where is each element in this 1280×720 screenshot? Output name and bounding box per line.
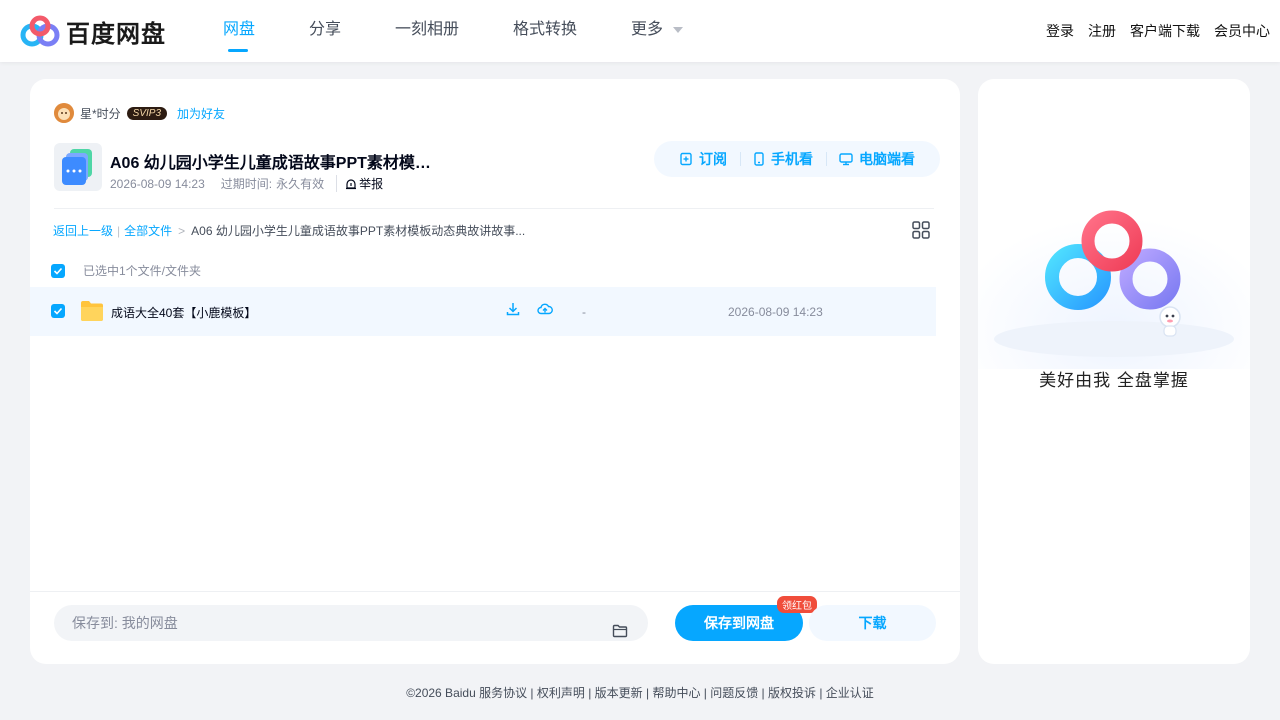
- lion-avatar-icon: [54, 103, 74, 123]
- share-title: A06 幼儿园小学生儿童成语故事PPT素材模…: [110, 155, 431, 172]
- check-icon: [53, 267, 63, 275]
- subscribe-button[interactable]: 订阅: [666, 149, 740, 169]
- row-save-button[interactable]: [537, 302, 553, 321]
- share-date: 2026-08-09 14:23: [110, 176, 205, 191]
- login-link[interactable]: 登录: [1046, 21, 1074, 41]
- logo-text: 百度网盘: [66, 21, 166, 48]
- nav-more[interactable]: 更多: [608, 0, 706, 62]
- nav-share[interactable]: 分享: [286, 0, 364, 62]
- share-meta: 2026-08-09 14:23 过期时间: 永久有效 举报: [110, 175, 383, 192]
- red-packet-badge: 领红包: [777, 596, 817, 613]
- top-header: 百度网盘 网盘 分享 一刻相册 格式转换 更多 登录 注册 客户端下载 会员中心: [0, 0, 1280, 62]
- subscribe-label: 订阅: [699, 151, 727, 167]
- save-path-field[interactable]: 保存到: 我的网盘: [54, 605, 648, 641]
- nav-netdisk[interactable]: 网盘: [200, 0, 278, 62]
- main-nav: 网盘 分享 一刻相册 格式转换 更多: [200, 0, 706, 62]
- save-to-label: 保存到:: [72, 615, 118, 631]
- desktop-view-label: 电脑端看: [859, 151, 915, 167]
- table-row[interactable]: 成语大全40套【小鹿模板】 - 2026-08-09 14:23: [30, 287, 936, 336]
- divider: [54, 208, 934, 209]
- download-icon: [506, 303, 520, 316]
- logo[interactable]: 百度网盘: [20, 14, 166, 49]
- breadcrumb-all-files[interactable]: 全部文件: [124, 222, 172, 239]
- warning-icon: [346, 178, 357, 189]
- monitor-icon: [839, 153, 853, 166]
- file-name[interactable]: 成语大全40套【小鹿模板】: [111, 304, 256, 321]
- breadcrumb: 返回上一级 | 全部文件 > A06 幼儿园小学生儿童成语故事PPT素材模板动态…: [53, 222, 525, 239]
- share-card: 星*时分 SVIP3 加为好友 A06 幼儿园小学生儿童成语故事PPT素材模… …: [30, 79, 960, 664]
- mobile-view-button[interactable]: 手机看: [740, 149, 826, 169]
- nav-more-label: 更多: [631, 21, 664, 38]
- report-button[interactable]: 举报: [336, 175, 383, 192]
- expire-value: 永久有效: [276, 177, 325, 191]
- svip-badge: SVIP3: [126, 106, 168, 120]
- expire-label: 过期时间:: [220, 177, 273, 191]
- selection-count: 已选中1个文件/文件夹: [83, 264, 202, 278]
- folder-outline-icon: [612, 624, 628, 638]
- chevron-down-icon: [673, 26, 684, 33]
- report-label: 举报: [359, 177, 384, 191]
- footer-links[interactable]: ©2026 Baidu 服务协议 | 权利声明 | 版本更新 | 帮助中心 | …: [0, 684, 1280, 701]
- netdisk-mascot-illustration-icon: [978, 179, 1250, 369]
- promo-panel: 美好由我 全盘掌握: [978, 79, 1250, 664]
- row-download-button[interactable]: [506, 302, 520, 321]
- download-button[interactable]: 下载: [809, 605, 936, 641]
- baidu-netdisk-logo-icon: [20, 15, 60, 46]
- client-download-link[interactable]: 客户端下载: [1130, 21, 1200, 41]
- avatar[interactable]: [54, 103, 74, 123]
- mobile-view-label: 手机看: [771, 151, 813, 167]
- member-center-link[interactable]: 会员中心: [1214, 21, 1270, 41]
- breadcrumb-back[interactable]: 返回上一级: [53, 222, 113, 239]
- share-actions: 订阅 手机看 电脑端看: [654, 141, 940, 177]
- breadcrumb-separator: |: [117, 223, 121, 238]
- save-to-value: 我的网盘: [121, 615, 178, 631]
- check-icon: [53, 307, 63, 315]
- choose-folder-button[interactable]: [612, 615, 628, 651]
- file-size: -: [582, 305, 586, 319]
- nav-format-convert[interactable]: 格式转换: [490, 0, 600, 62]
- nav-album[interactable]: 一刻相册: [372, 0, 482, 62]
- promo-slogan: 美好由我 全盘掌握: [1039, 371, 1189, 390]
- multi-file-icon: [54, 143, 102, 191]
- grid-view-toggle[interactable]: [912, 221, 930, 244]
- cloud-upload-icon: [537, 303, 553, 315]
- add-friend-link[interactable]: 加为好友: [177, 105, 225, 122]
- phone-icon: [754, 152, 764, 166]
- header-links: 登录 注册 客户端下载 会员中心: [1032, 0, 1270, 62]
- register-link[interactable]: 注册: [1088, 21, 1116, 41]
- breadcrumb-current: A06 幼儿园小学生儿童成语故事PPT素材模板动态典故讲故事...: [191, 224, 526, 238]
- share-owner: 星*时分 SVIP3 加为好友: [54, 103, 225, 123]
- breadcrumb-chevron-icon: >: [178, 223, 186, 238]
- select-all-row: 已选中1个文件/文件夹: [51, 262, 201, 279]
- grid-icon: [912, 221, 930, 239]
- file-date: 2026-08-09 14:23: [728, 305, 823, 319]
- save-bar: 保存到: 我的网盘 保存到网盘 领红包 下载: [30, 591, 960, 664]
- subscribe-icon: [680, 152, 692, 166]
- folder-icon: [81, 301, 103, 321]
- owner-name: 星*时分: [80, 106, 121, 121]
- row-checkbox[interactable]: [51, 304, 65, 318]
- select-all-checkbox[interactable]: [51, 263, 65, 278]
- desktop-view-button[interactable]: 电脑端看: [826, 149, 928, 169]
